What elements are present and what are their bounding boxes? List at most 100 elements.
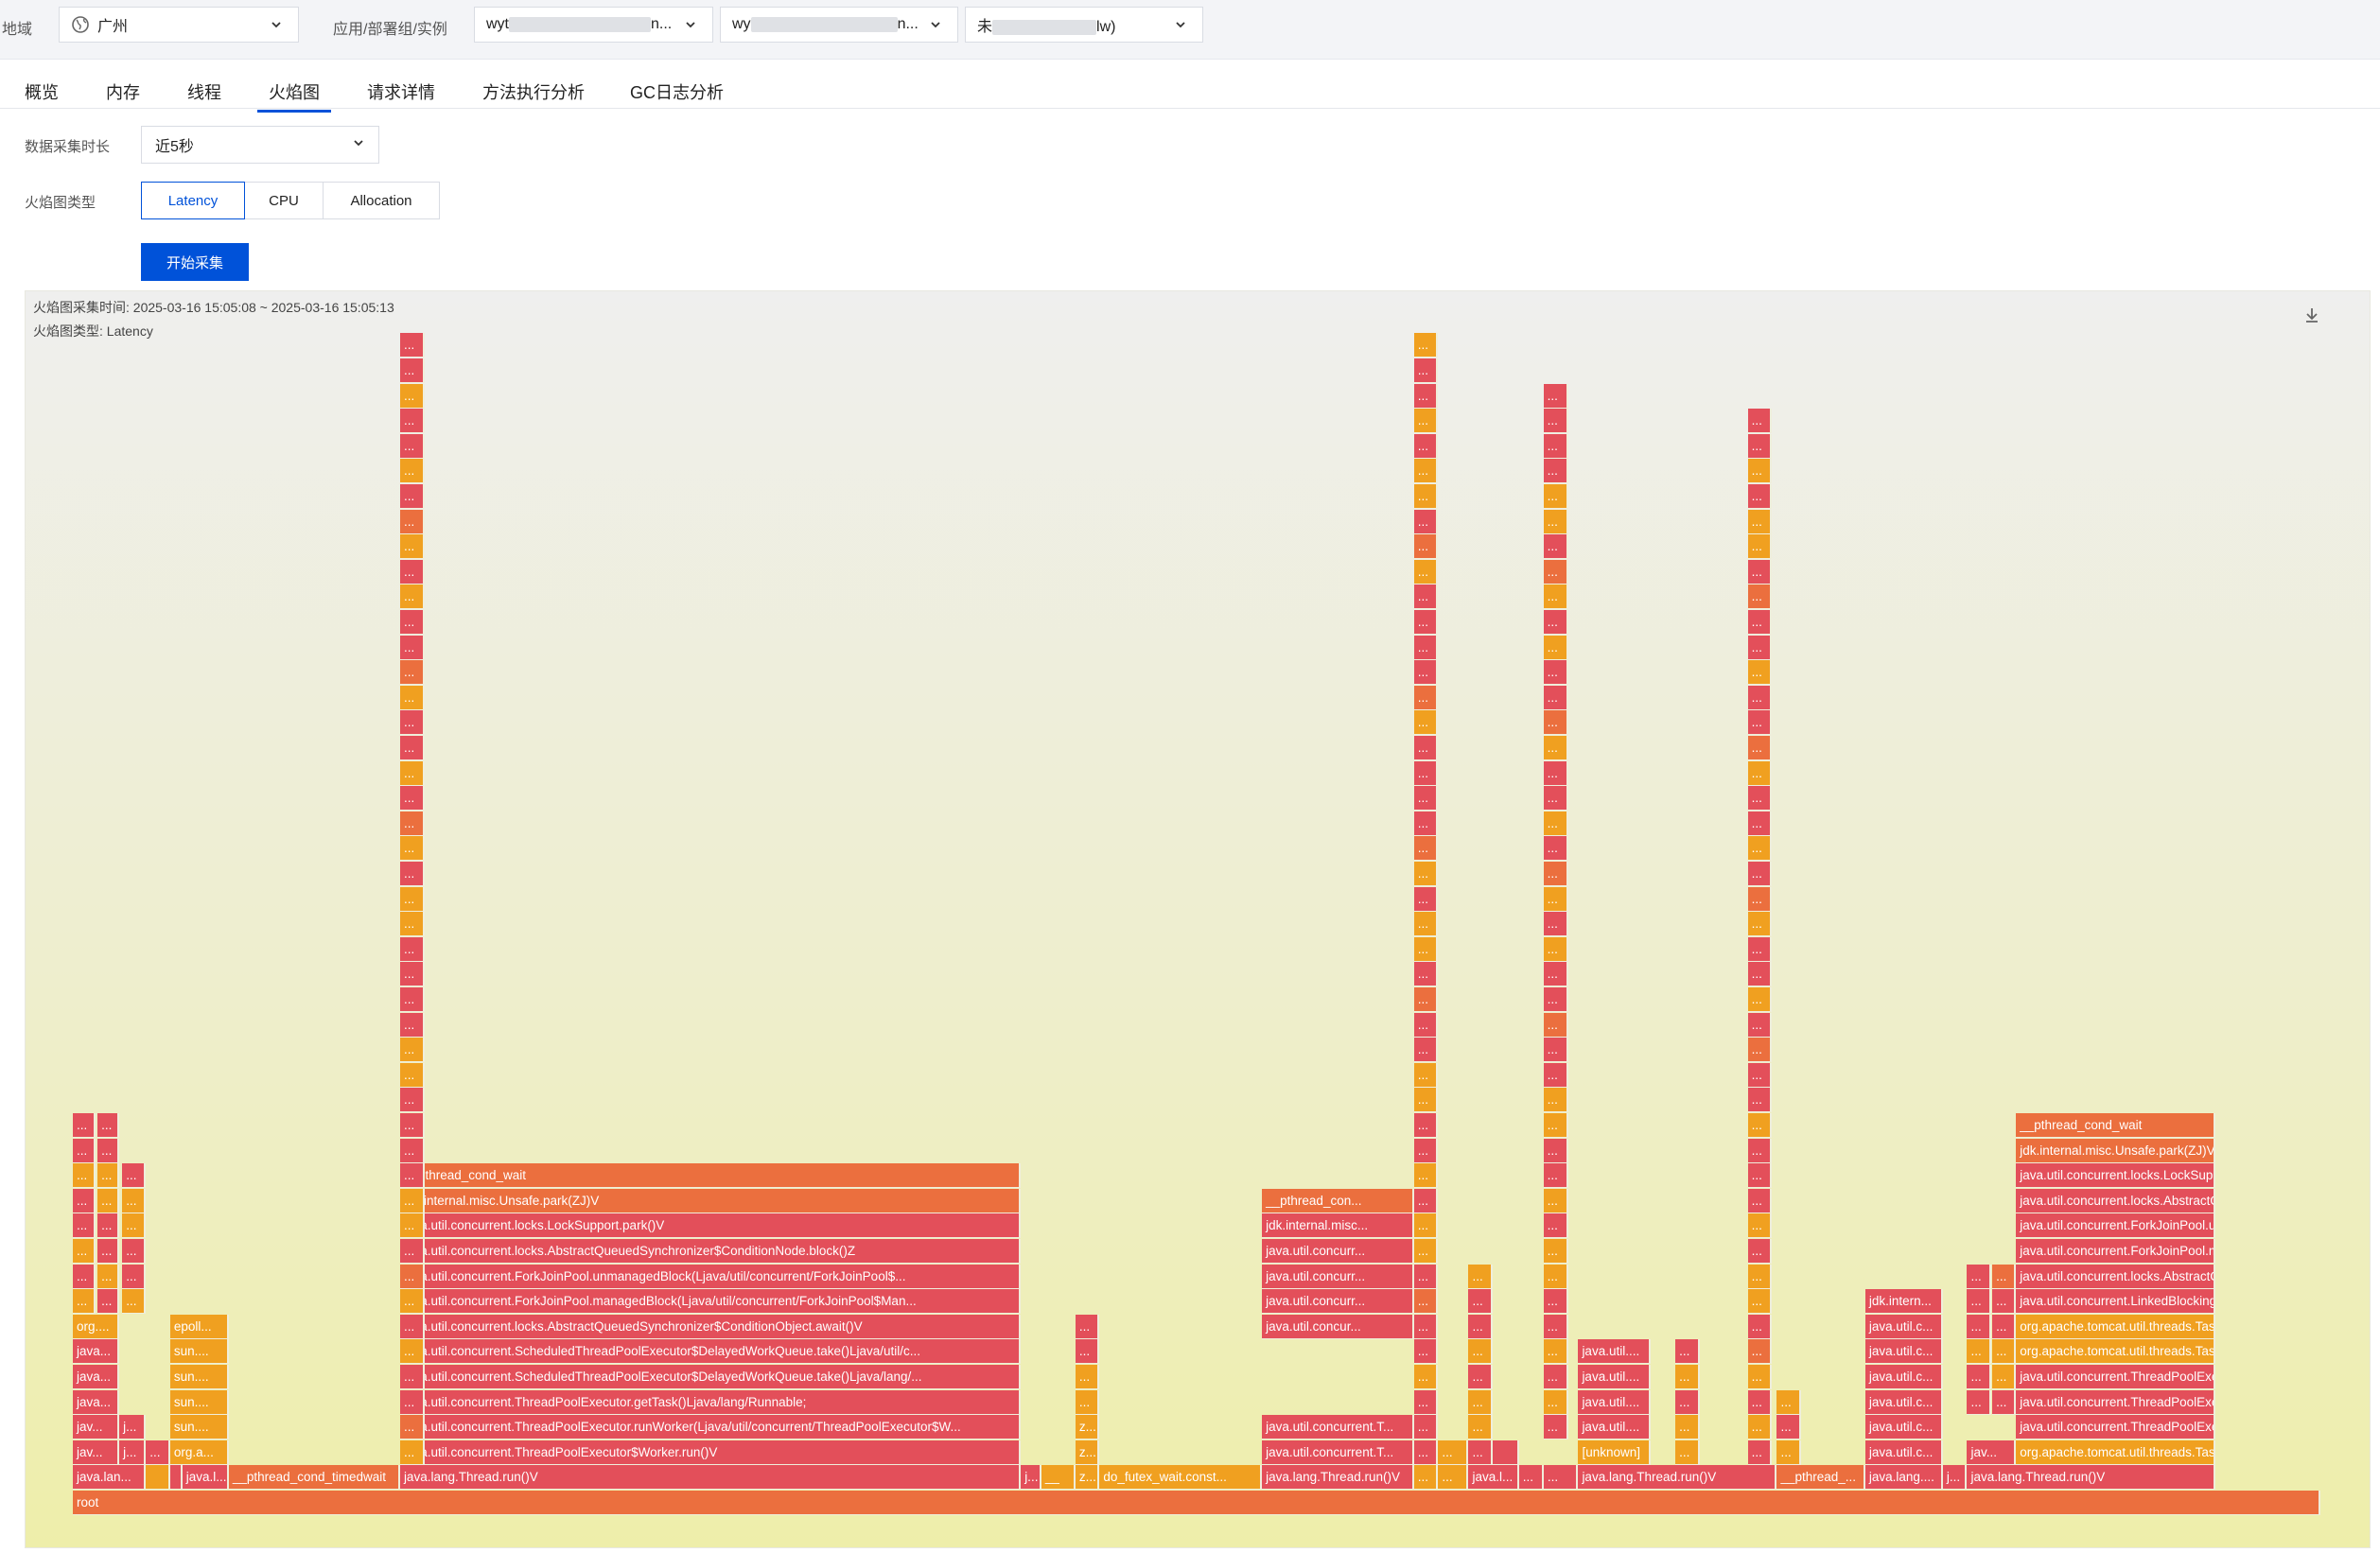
flame-frame[interactable]: ... bbox=[1747, 685, 1773, 710]
flame-frame[interactable]: ... bbox=[1747, 1440, 1773, 1465]
flame-frame[interactable]: ... bbox=[1413, 484, 1439, 509]
flame-frame[interactable]: ... bbox=[1747, 710, 1773, 736]
flame-frame[interactable]: jdk.internal.misc... bbox=[1262, 1213, 1414, 1239]
flame-frame[interactable]: ... bbox=[1413, 862, 1439, 886]
flame-frame[interactable]: ... bbox=[1543, 433, 1568, 459]
flame-frame[interactable]: ... bbox=[399, 1012, 425, 1038]
flame-frame[interactable]: ... bbox=[1747, 635, 1773, 660]
flame-frame[interactable]: jdk.internal.misc.Unsafe.park(ZJ)V bbox=[2016, 1138, 2215, 1163]
flame-frame[interactable]: java.lang.Thread.run()V bbox=[1967, 1465, 2215, 1491]
flame-frame[interactable]: ... bbox=[122, 1163, 147, 1189]
flame-frame[interactable]: ... bbox=[1075, 1365, 1100, 1389]
flame-frame[interactable]: java.util.c... bbox=[1864, 1389, 1943, 1415]
flame-frame[interactable]: ... bbox=[1468, 1415, 1494, 1440]
flame-frame[interactable]: ... bbox=[399, 1365, 425, 1389]
flame-frame[interactable]: ... bbox=[1543, 383, 1568, 409]
flame-frame[interactable]: j... bbox=[119, 1440, 147, 1465]
flame-frame[interactable]: ... bbox=[1747, 836, 1773, 862]
flame-frame[interactable]: jav... bbox=[73, 1415, 120, 1440]
flame-frame[interactable]: [unknown] bbox=[1578, 1440, 1652, 1465]
flame-frame[interactable]: ... bbox=[1967, 1289, 1992, 1315]
flame-frame[interactable]: ... bbox=[1776, 1389, 1802, 1415]
flame-frame[interactable]: ... bbox=[1543, 1289, 1568, 1315]
region-select[interactable]: 广州 bbox=[59, 7, 299, 43]
flame-frame[interactable]: java.util.concurrent.ThreadPoolExec... bbox=[2016, 1389, 2215, 1415]
flame-frame[interactable]: ... bbox=[1992, 1389, 2017, 1415]
flame-frame[interactable]: ... bbox=[399, 736, 425, 760]
flame-frame[interactable]: ... bbox=[1747, 559, 1773, 585]
flame-frame[interactable]: ... bbox=[1747, 1012, 1773, 1038]
flame-frame[interactable]: ... bbox=[1747, 433, 1773, 459]
flame-frame[interactable]: ... bbox=[399, 1440, 425, 1465]
flame-frame[interactable]: ... bbox=[399, 1339, 425, 1365]
flame-frame[interactable]: ... bbox=[399, 484, 425, 509]
flame-frame[interactable]: __pthread_cond_wait bbox=[2016, 1113, 2215, 1138]
flame-frame[interactable]: ... bbox=[1747, 1088, 1773, 1113]
flame-frame[interactable]: java.lang.... bbox=[1864, 1465, 1943, 1491]
flame-frame[interactable]: ... bbox=[1747, 1339, 1773, 1365]
flame-frame[interactable]: ... bbox=[73, 1163, 96, 1189]
flame-frame[interactable]: sun.... bbox=[169, 1365, 229, 1389]
flame-frame[interactable]: ... bbox=[1543, 786, 1568, 811]
flame-frame[interactable]: ... bbox=[1543, 1389, 1568, 1415]
flame-frame[interactable]: java.util.concurrent.ForkJoinPool.manage… bbox=[399, 1289, 1022, 1315]
flame-frame[interactable]: java.util.c... bbox=[1864, 1440, 1943, 1465]
flame-frame[interactable]: ... bbox=[73, 1213, 96, 1239]
flame-frame[interactable]: ... bbox=[1468, 1339, 1494, 1365]
flame-frame[interactable]: ... bbox=[1747, 962, 1773, 987]
flame-frame[interactable]: ... bbox=[1413, 383, 1439, 409]
tab-flamegraph[interactable]: 火焰图 bbox=[257, 79, 331, 113]
flame-frame[interactable]: ... bbox=[1413, 1465, 1439, 1491]
flame-frame[interactable]: __pthread_cond_timedwait bbox=[228, 1465, 400, 1491]
flame-frame[interactable]: jav... bbox=[73, 1440, 120, 1465]
flame-frame[interactable]: z... bbox=[1075, 1440, 1100, 1465]
flame-frame[interactable]: ... bbox=[1747, 1389, 1773, 1415]
flame-frame[interactable]: ... bbox=[399, 610, 425, 635]
flame-frame[interactable]: ... bbox=[1468, 1289, 1494, 1315]
flame-frame[interactable]: java.util.concurrent.ThreadPoolExecutor.… bbox=[399, 1415, 1022, 1440]
flame-frame[interactable]: ... bbox=[1747, 1213, 1773, 1239]
flame-frame[interactable]: java.util.... bbox=[1578, 1415, 1652, 1440]
flame-frame[interactable]: ... bbox=[1992, 1365, 2017, 1389]
flame-frame[interactable]: ... bbox=[1967, 1314, 1992, 1339]
tab-request-details[interactable]: 请求详情 bbox=[367, 79, 435, 104]
flame-frame[interactable]: ... bbox=[1413, 509, 1439, 534]
flame-frame[interactable]: ... bbox=[1543, 987, 1568, 1012]
flame-frame[interactable]: ... bbox=[1413, 1138, 1439, 1163]
flame-frame[interactable]: ... bbox=[1747, 1038, 1773, 1063]
flame-frame-root[interactable]: root bbox=[73, 1491, 2320, 1515]
flame-frame[interactable]: ... bbox=[399, 886, 425, 912]
flame-frame[interactable]: ... bbox=[399, 1188, 425, 1213]
flame-frame[interactable]: ... bbox=[1747, 409, 1773, 434]
flame-frame[interactable]: ... bbox=[1747, 1264, 1773, 1289]
flame-frame[interactable]: java... bbox=[73, 1389, 120, 1415]
flame-frame[interactable]: java.util.concurrent.locks.LockSupp... bbox=[2016, 1163, 2215, 1189]
flame-frame[interactable]: ... bbox=[1747, 1239, 1773, 1264]
flame-frame[interactable]: java.util.concur... bbox=[1262, 1314, 1414, 1339]
flame-frame[interactable]: ... bbox=[1967, 1389, 1992, 1415]
flame-frame[interactable]: ... bbox=[1675, 1389, 1701, 1415]
flame-frame[interactable]: java.util.concurrent.ScheduledThreadPool… bbox=[399, 1365, 1022, 1389]
flame-frame[interactable]: ... bbox=[1413, 333, 1439, 358]
flame-frame[interactable]: ... bbox=[1747, 1365, 1773, 1389]
flame-frame[interactable]: ... bbox=[1468, 1440, 1494, 1465]
flame-frame[interactable]: ... bbox=[399, 811, 425, 836]
flame-frame[interactable]: ... bbox=[1413, 1188, 1439, 1213]
flame-frame[interactable]: ... bbox=[1747, 1289, 1773, 1315]
flame-frame[interactable]: ... bbox=[73, 1289, 96, 1315]
flame-frame[interactable]: ... bbox=[1543, 1365, 1568, 1389]
flame-frame[interactable]: ... bbox=[1747, 1163, 1773, 1189]
flame-frame[interactable]: ... bbox=[1747, 1188, 1773, 1213]
flame-frame[interactable]: ... bbox=[1413, 811, 1439, 836]
flame-frame[interactable]: ... bbox=[1543, 1038, 1568, 1063]
flame-frame[interactable]: java.util.c... bbox=[1864, 1365, 1943, 1389]
flame-frame[interactable]: ... bbox=[1543, 1415, 1568, 1440]
flame-frame[interactable]: ... bbox=[1413, 1365, 1439, 1389]
flame-frame[interactable]: ... bbox=[1413, 635, 1439, 660]
flame-frame[interactable]: java.lang.Thread.run()V bbox=[399, 1465, 1022, 1491]
flame-frame[interactable]: ... bbox=[1438, 1465, 1469, 1491]
flame-frame[interactable]: ... bbox=[1543, 409, 1568, 434]
flame-frame[interactable]: ... bbox=[399, 786, 425, 811]
tab-memory[interactable]: 内存 bbox=[106, 79, 140, 104]
flame-frame[interactable]: ... bbox=[399, 936, 425, 962]
